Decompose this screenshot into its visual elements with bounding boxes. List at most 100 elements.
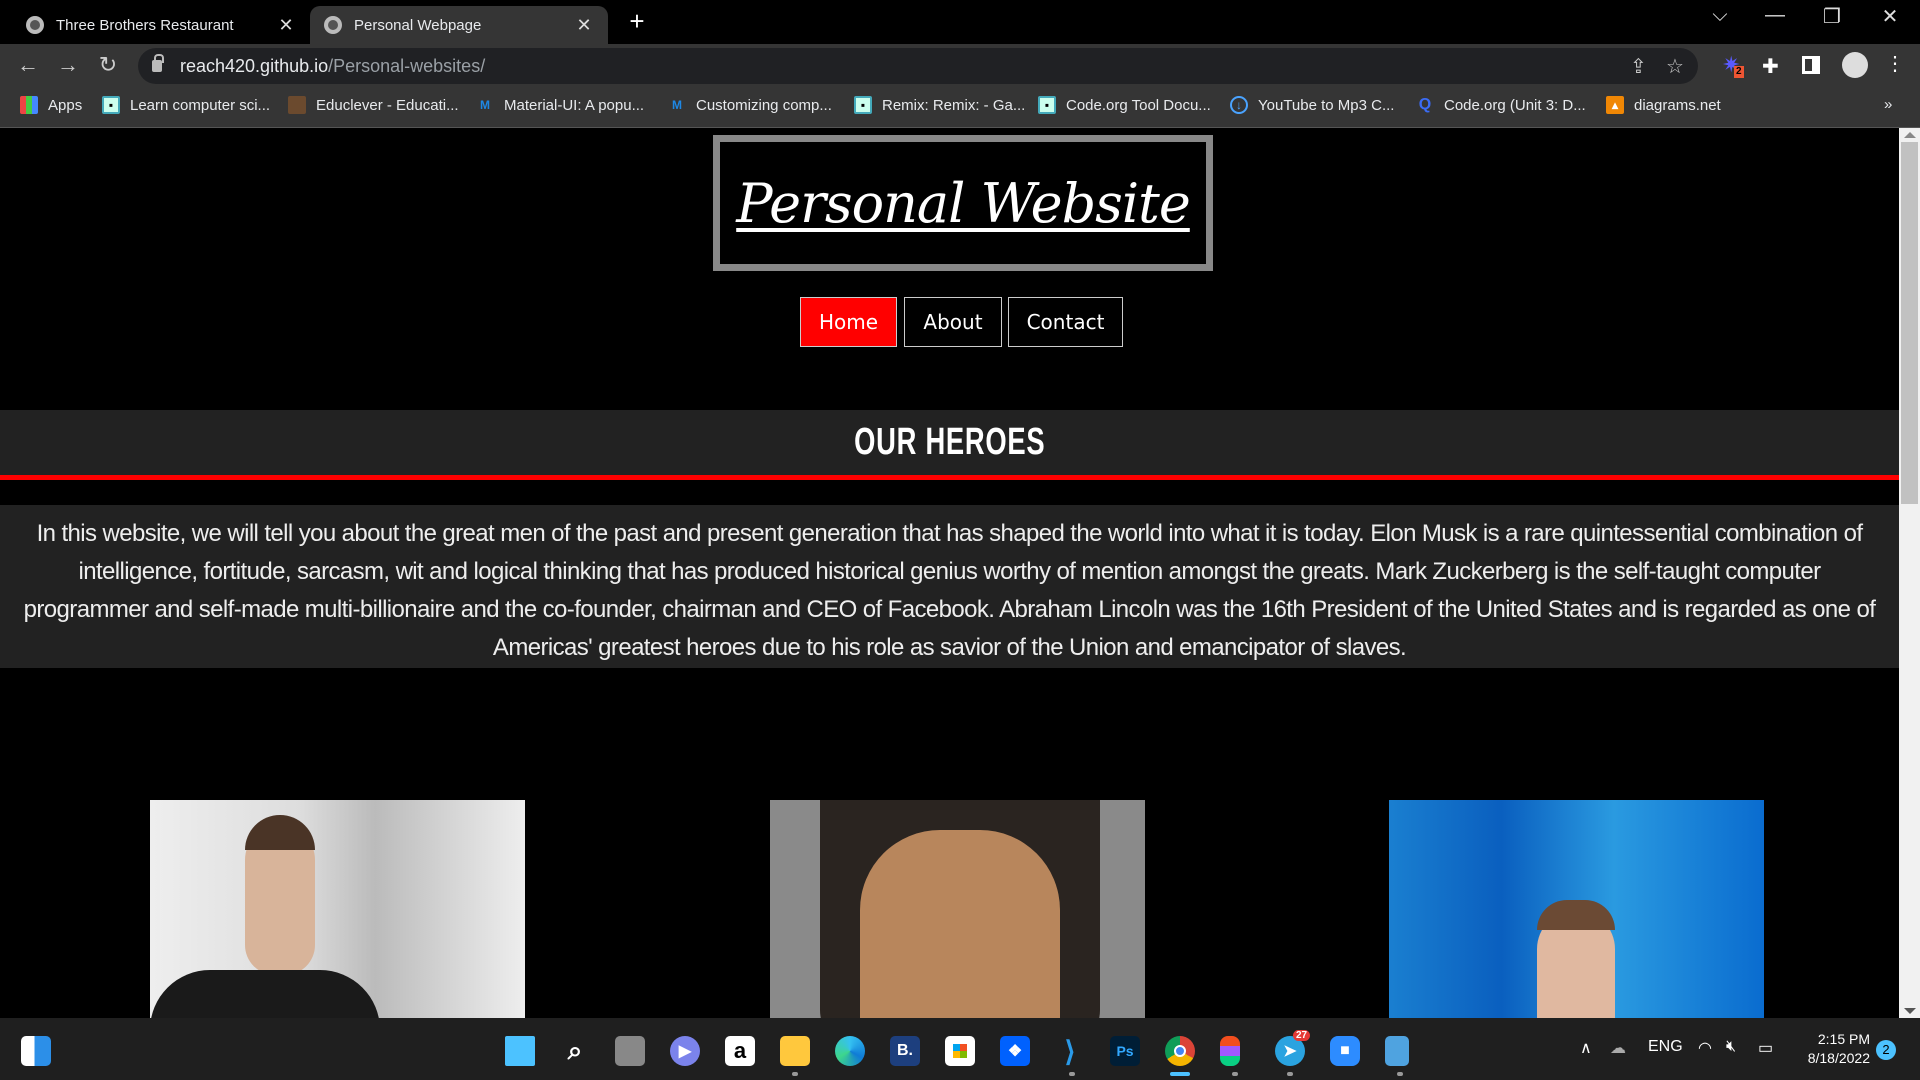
intro-paragraph: In this website, we will tell you about …	[0, 505, 1899, 668]
battery-icon[interactable]: ▭	[1758, 1038, 1773, 1058]
portrait-face	[860, 830, 1060, 1018]
tab-search-icon[interactable]: ⌵	[1700, 4, 1740, 27]
portrait-hair	[245, 815, 315, 850]
nav-home[interactable]: Home	[800, 297, 897, 347]
q-icon: Q	[1418, 96, 1432, 113]
web-page: Personal Website Home About Contact OUR …	[0, 128, 1899, 1018]
edge-icon[interactable]	[835, 1036, 865, 1066]
diagrams-icon: ▴	[1606, 96, 1624, 114]
bookmark-item[interactable]: ↓ YouTube to Mp3 C...	[1230, 96, 1394, 114]
portrait-suit	[150, 970, 380, 1018]
windows-taskbar: ⌕ ▶ a B. ❖ ⟩ Ps ➤ 27 ■ ∧ ☁ ENG ◠ 🔇︎ ▭ 2:1…	[0, 1018, 1920, 1080]
section-header: OUR HEROES	[0, 410, 1899, 475]
zoom-icon[interactable]: ■	[1330, 1036, 1360, 1066]
language-indicator[interactable]: ENG	[1648, 1038, 1683, 1056]
url-path: /Personal-websites/	[328, 55, 486, 76]
bookmark-item[interactable]: Educlever - Educati...	[288, 96, 459, 114]
bookmark-item[interactable]: M Customizing comp...	[668, 96, 832, 114]
bookmark-label: Customizing comp...	[696, 96, 832, 114]
start-windows-icon[interactable]	[505, 1036, 535, 1066]
file-explorer-icon[interactable]	[780, 1036, 810, 1066]
bookmarks-overflow-button[interactable]: »	[1884, 96, 1892, 113]
bookmark-label: Learn computer sci...	[130, 96, 271, 114]
bookmark-label: Remix: Remix: - Ga...	[882, 96, 1026, 114]
material-ui-icon: M	[672, 98, 682, 112]
clock[interactable]: 2:15 PM 8/18/2022	[1790, 1030, 1870, 1068]
bookmark-label: Material-UI: A popu...	[504, 96, 645, 114]
running-indicator	[1397, 1072, 1403, 1076]
section-title: OUR HEROES	[853, 421, 1046, 463]
volume-muted-icon[interactable]: 🔇︎	[1726, 1038, 1736, 1056]
notepad-icon[interactable]	[1385, 1036, 1409, 1066]
amazon-icon[interactable]: a	[725, 1036, 755, 1066]
tab-three-brothers[interactable]: Three Brothers Restaurant ✕	[12, 6, 310, 44]
vscode-icon[interactable]: ⟩	[1055, 1036, 1085, 1067]
bookmark-item[interactable]: ▴ diagrams.net	[1606, 96, 1721, 114]
bookmark-item[interactable]: Q Code.org (Unit 3: D...	[1416, 96, 1586, 114]
tray-overflow-chevron-icon[interactable]: ∧	[1580, 1038, 1592, 1058]
close-tab-icon[interactable]: ✕	[574, 15, 594, 36]
portrait-hair	[1537, 900, 1615, 930]
minimize-button[interactable]: —	[1755, 4, 1795, 27]
teams-chat-icon[interactable]: ▶	[670, 1036, 700, 1066]
microsoft-store-icon[interactable]	[945, 1036, 975, 1066]
close-window-button[interactable]: ✕	[1870, 4, 1910, 29]
restore-button[interactable]: ❐	[1812, 4, 1852, 29]
scroll-thumb[interactable]	[1901, 142, 1918, 504]
address-bar[interactable]: reach420.github.io/Personal-websites/ ⇪ …	[138, 48, 1698, 84]
code-org-icon: ▪	[854, 96, 872, 114]
running-indicator	[792, 1072, 798, 1076]
scroll-up-arrow-icon[interactable]	[1904, 132, 1916, 138]
running-indicator	[1232, 1072, 1238, 1076]
chrome-icon[interactable]	[1165, 1036, 1195, 1066]
active-app-indicator	[1170, 1072, 1190, 1076]
task-view-icon[interactable]	[615, 1036, 645, 1066]
telegram-icon[interactable]: ➤ 27	[1275, 1030, 1311, 1066]
wifi-icon[interactable]: ◠	[1698, 1038, 1712, 1058]
abraham-lincoln-photo	[770, 800, 1145, 1018]
widgets-icon[interactable]	[21, 1036, 51, 1066]
bookmark-label: diagrams.net	[1634, 96, 1721, 114]
figma-icon[interactable]	[1220, 1036, 1240, 1066]
bookmark-apps[interactable]: Apps	[20, 96, 82, 114]
bookmark-item[interactable]: ▪ Remix: Remix: - Ga...	[854, 96, 1025, 114]
nav-contact[interactable]: Contact	[1008, 297, 1123, 347]
bookmarks-bar: Apps ▪ Learn computer sci... Educlever - …	[0, 88, 1920, 128]
apps-grid-icon	[20, 96, 38, 114]
bookmark-label: Educlever - Educati...	[316, 96, 459, 114]
extensions-puzzle-icon[interactable]: ✚	[1762, 54, 1784, 78]
browser-toolbar: ← → ↻ reach420.github.io/Personal-websit…	[0, 44, 1920, 88]
back-icon[interactable]: ←	[14, 52, 42, 78]
tab-personal-webpage[interactable]: Personal Webpage ✕	[310, 6, 608, 44]
bookmark-star-icon[interactable]: ☆	[1666, 54, 1684, 79]
url-host: reach420.github.io	[180, 55, 329, 76]
search-icon[interactable]: ⌕	[560, 1035, 590, 1066]
menu-kebab-icon[interactable]: ⋮	[1885, 54, 1907, 76]
download-cloud-icon: ↓	[1230, 96, 1248, 114]
notification-badge[interactable]: 2	[1876, 1040, 1896, 1060]
bookmark-item[interactable]: ▪ Code.org Tool Docu...	[1038, 96, 1211, 114]
extension-icon[interactable]: ✷ 2	[1722, 54, 1744, 78]
photoshop-icon[interactable]: Ps	[1110, 1036, 1140, 1066]
booking-icon[interactable]: B.	[890, 1036, 920, 1066]
code-org-icon: ▪	[102, 96, 120, 114]
nav-about[interactable]: About	[904, 297, 1002, 347]
code-org-icon: ▪	[1038, 96, 1056, 114]
reload-icon[interactable]: ↻	[94, 52, 122, 78]
page-scrollbar[interactable]	[1899, 128, 1920, 1018]
new-tab-button[interactable]: +	[622, 6, 652, 42]
onedrive-error-icon[interactable]: ☁	[1610, 1038, 1626, 1058]
dropbox-icon[interactable]: ❖	[1000, 1036, 1030, 1066]
bookmark-item[interactable]: ▪ Learn computer sci...	[102, 96, 270, 114]
share-icon[interactable]: ⇪	[1630, 54, 1647, 79]
forward-icon[interactable]: →	[54, 52, 82, 78]
clock-date: 8/18/2022	[1807, 1050, 1870, 1066]
profile-avatar[interactable]	[1842, 52, 1868, 78]
close-tab-icon[interactable]: ✕	[276, 15, 296, 36]
site-title-box: Personal Website	[713, 135, 1213, 271]
scroll-down-arrow-icon[interactable]	[1904, 1008, 1916, 1014]
store-logo	[953, 1044, 967, 1058]
divider	[0, 475, 1899, 480]
bookmark-item[interactable]: M Material-UI: A popu...	[476, 96, 644, 114]
side-panel-icon[interactable]	[1802, 56, 1820, 74]
